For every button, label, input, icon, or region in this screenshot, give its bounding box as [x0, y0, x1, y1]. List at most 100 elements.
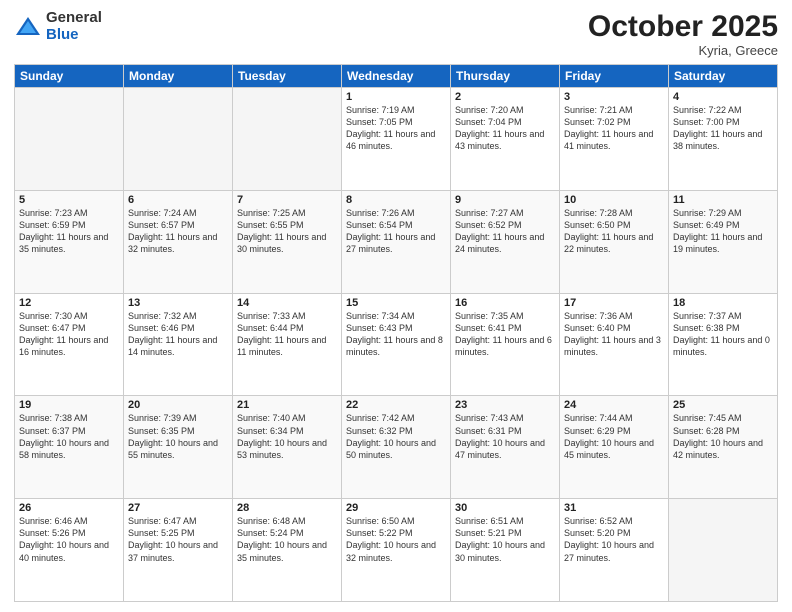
logo-icon — [14, 13, 42, 41]
day-number: 31 — [564, 502, 664, 514]
header-row: Sunday Monday Tuesday Wednesday Thursday… — [15, 65, 778, 88]
day-number: 28 — [237, 502, 337, 514]
day-number: 2 — [455, 91, 555, 103]
day-number: 18 — [673, 297, 773, 309]
day-info: Sunrise: 6:50 AMSunset: 5:22 PMDaylight:… — [346, 515, 446, 564]
day-number: 24 — [564, 399, 664, 411]
day-number: 20 — [128, 399, 228, 411]
calendar-week-5: 26Sunrise: 6:46 AMSunset: 5:26 PMDayligh… — [15, 499, 778, 602]
day-number: 23 — [455, 399, 555, 411]
calendar-cell: 9Sunrise: 7:27 AMSunset: 6:52 PMDaylight… — [451, 190, 560, 293]
calendar-cell: 2Sunrise: 7:20 AMSunset: 7:04 PMDaylight… — [451, 88, 560, 191]
day-number: 27 — [128, 502, 228, 514]
calendar-body: 1Sunrise: 7:19 AMSunset: 7:05 PMDaylight… — [15, 88, 778, 602]
day-info: Sunrise: 7:19 AMSunset: 7:05 PMDaylight:… — [346, 104, 446, 153]
calendar-table: Sunday Monday Tuesday Wednesday Thursday… — [14, 64, 778, 602]
page: General Blue October 2025 Kyria, Greece … — [0, 0, 792, 612]
day-number: 30 — [455, 502, 555, 514]
day-number: 3 — [564, 91, 664, 103]
day-info: Sunrise: 7:32 AMSunset: 6:46 PMDaylight:… — [128, 310, 228, 359]
calendar-cell — [124, 88, 233, 191]
calendar-cell: 1Sunrise: 7:19 AMSunset: 7:05 PMDaylight… — [342, 88, 451, 191]
calendar-cell: 7Sunrise: 7:25 AMSunset: 6:55 PMDaylight… — [233, 190, 342, 293]
day-info: Sunrise: 7:42 AMSunset: 6:32 PMDaylight:… — [346, 412, 446, 461]
logo-text: General Blue — [46, 10, 102, 43]
day-number: 9 — [455, 194, 555, 206]
calendar-cell: 16Sunrise: 7:35 AMSunset: 6:41 PMDayligh… — [451, 293, 560, 396]
day-info: Sunrise: 7:33 AMSunset: 6:44 PMDaylight:… — [237, 310, 337, 359]
calendar-cell: 18Sunrise: 7:37 AMSunset: 6:38 PMDayligh… — [669, 293, 778, 396]
calendar-cell: 22Sunrise: 7:42 AMSunset: 6:32 PMDayligh… — [342, 396, 451, 499]
calendar-cell: 27Sunrise: 6:47 AMSunset: 5:25 PMDayligh… — [124, 499, 233, 602]
calendar-cell: 24Sunrise: 7:44 AMSunset: 6:29 PMDayligh… — [560, 396, 669, 499]
day-info: Sunrise: 7:36 AMSunset: 6:40 PMDaylight:… — [564, 310, 664, 359]
location-subtitle: Kyria, Greece — [588, 43, 778, 58]
calendar-cell: 3Sunrise: 7:21 AMSunset: 7:02 PMDaylight… — [560, 88, 669, 191]
day-info: Sunrise: 7:37 AMSunset: 6:38 PMDaylight:… — [673, 310, 773, 359]
day-info: Sunrise: 6:47 AMSunset: 5:25 PMDaylight:… — [128, 515, 228, 564]
day-number: 5 — [19, 194, 119, 206]
day-info: Sunrise: 7:34 AMSunset: 6:43 PMDaylight:… — [346, 310, 446, 359]
day-info: Sunrise: 7:28 AMSunset: 6:50 PMDaylight:… — [564, 207, 664, 256]
header-thursday: Thursday — [451, 65, 560, 88]
calendar-week-1: 1Sunrise: 7:19 AMSunset: 7:05 PMDaylight… — [15, 88, 778, 191]
calendar-cell: 4Sunrise: 7:22 AMSunset: 7:00 PMDaylight… — [669, 88, 778, 191]
day-number: 14 — [237, 297, 337, 309]
day-info: Sunrise: 7:26 AMSunset: 6:54 PMDaylight:… — [346, 207, 446, 256]
calendar-week-3: 12Sunrise: 7:30 AMSunset: 6:47 PMDayligh… — [15, 293, 778, 396]
day-info: Sunrise: 7:22 AMSunset: 7:00 PMDaylight:… — [673, 104, 773, 153]
title-area: October 2025 Kyria, Greece — [588, 10, 778, 58]
day-info: Sunrise: 7:38 AMSunset: 6:37 PMDaylight:… — [19, 412, 119, 461]
calendar-cell — [669, 499, 778, 602]
calendar-week-2: 5Sunrise: 7:23 AMSunset: 6:59 PMDaylight… — [15, 190, 778, 293]
header-monday: Monday — [124, 65, 233, 88]
day-info: Sunrise: 7:23 AMSunset: 6:59 PMDaylight:… — [19, 207, 119, 256]
header-sunday: Sunday — [15, 65, 124, 88]
logo-blue: Blue — [46, 27, 102, 44]
day-info: Sunrise: 7:43 AMSunset: 6:31 PMDaylight:… — [455, 412, 555, 461]
calendar-cell: 21Sunrise: 7:40 AMSunset: 6:34 PMDayligh… — [233, 396, 342, 499]
calendar-cell: 11Sunrise: 7:29 AMSunset: 6:49 PMDayligh… — [669, 190, 778, 293]
day-info: Sunrise: 7:40 AMSunset: 6:34 PMDaylight:… — [237, 412, 337, 461]
day-info: Sunrise: 7:29 AMSunset: 6:49 PMDaylight:… — [673, 207, 773, 256]
calendar-cell: 19Sunrise: 7:38 AMSunset: 6:37 PMDayligh… — [15, 396, 124, 499]
day-number: 16 — [455, 297, 555, 309]
header-friday: Friday — [560, 65, 669, 88]
header: General Blue October 2025 Kyria, Greece — [14, 10, 778, 58]
day-number: 15 — [346, 297, 446, 309]
day-number: 13 — [128, 297, 228, 309]
calendar-cell: 10Sunrise: 7:28 AMSunset: 6:50 PMDayligh… — [560, 190, 669, 293]
day-number: 4 — [673, 91, 773, 103]
day-number: 29 — [346, 502, 446, 514]
calendar-cell: 15Sunrise: 7:34 AMSunset: 6:43 PMDayligh… — [342, 293, 451, 396]
calendar-cell: 5Sunrise: 7:23 AMSunset: 6:59 PMDaylight… — [15, 190, 124, 293]
day-number: 7 — [237, 194, 337, 206]
header-saturday: Saturday — [669, 65, 778, 88]
day-info: Sunrise: 7:39 AMSunset: 6:35 PMDaylight:… — [128, 412, 228, 461]
day-info: Sunrise: 6:52 AMSunset: 5:20 PMDaylight:… — [564, 515, 664, 564]
month-title: October 2025 — [588, 10, 778, 43]
day-number: 25 — [673, 399, 773, 411]
calendar-cell — [15, 88, 124, 191]
day-number: 17 — [564, 297, 664, 309]
day-info: Sunrise: 7:24 AMSunset: 6:57 PMDaylight:… — [128, 207, 228, 256]
calendar-cell: 29Sunrise: 6:50 AMSunset: 5:22 PMDayligh… — [342, 499, 451, 602]
header-tuesday: Tuesday — [233, 65, 342, 88]
calendar-cell: 30Sunrise: 6:51 AMSunset: 5:21 PMDayligh… — [451, 499, 560, 602]
logo-general: General — [46, 10, 102, 27]
day-number: 22 — [346, 399, 446, 411]
day-number: 6 — [128, 194, 228, 206]
calendar-cell: 25Sunrise: 7:45 AMSunset: 6:28 PMDayligh… — [669, 396, 778, 499]
calendar-cell — [233, 88, 342, 191]
day-number: 21 — [237, 399, 337, 411]
day-info: Sunrise: 7:44 AMSunset: 6:29 PMDaylight:… — [564, 412, 664, 461]
calendar-cell: 17Sunrise: 7:36 AMSunset: 6:40 PMDayligh… — [560, 293, 669, 396]
calendar-header: Sunday Monday Tuesday Wednesday Thursday… — [15, 65, 778, 88]
day-info: Sunrise: 7:20 AMSunset: 7:04 PMDaylight:… — [455, 104, 555, 153]
calendar-cell: 6Sunrise: 7:24 AMSunset: 6:57 PMDaylight… — [124, 190, 233, 293]
day-info: Sunrise: 7:27 AMSunset: 6:52 PMDaylight:… — [455, 207, 555, 256]
day-info: Sunrise: 7:35 AMSunset: 6:41 PMDaylight:… — [455, 310, 555, 359]
day-info: Sunrise: 7:21 AMSunset: 7:02 PMDaylight:… — [564, 104, 664, 153]
calendar-week-4: 19Sunrise: 7:38 AMSunset: 6:37 PMDayligh… — [15, 396, 778, 499]
day-number: 1 — [346, 91, 446, 103]
